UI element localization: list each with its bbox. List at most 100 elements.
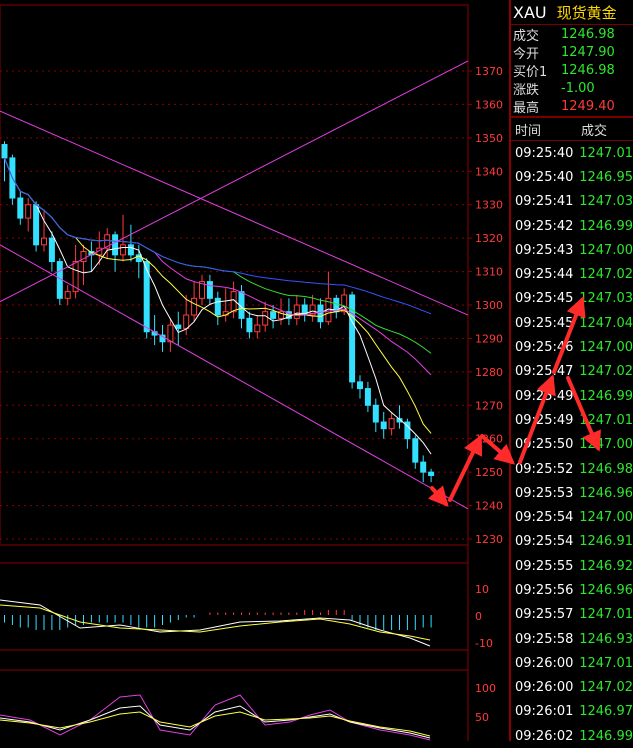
candle-body <box>183 314 190 329</box>
tick-time: 09:25:43 <box>515 242 574 258</box>
quote-info-label: 最高 <box>513 100 540 116</box>
tick-time: 09:25:45 <box>515 291 574 307</box>
candle-body <box>428 471 435 476</box>
quote-info-value: -1.00 <box>561 80 595 96</box>
tick-price: 1246.99 <box>579 218 633 234</box>
kdj-axis-label: 100 <box>475 682 496 695</box>
quote-header: XAU 现货黄金 成交 1246.98 今开 1247.90 买价1 1246.98 涨跌 -… <box>511 0 633 116</box>
tick-price: 1246.93 <box>579 631 633 647</box>
tick-list-header: 时间 成交 <box>511 118 633 141</box>
tick-time: 09:26:01 <box>515 704 574 720</box>
price-axis-label: 1240 <box>475 500 503 513</box>
tick-col-time: 时间 <box>515 123 542 139</box>
symbol-name: 现货黄金 <box>556 3 617 22</box>
kdj-axis-label: 50 <box>475 711 489 724</box>
tick-row: 09:25:55 1246.92 <box>511 554 633 578</box>
quote-info-row: 最高 1249.40 <box>511 97 633 116</box>
tick-price: 1247.02 <box>579 267 633 283</box>
candle-body <box>388 418 395 430</box>
tick-row: 09:25:52 1246.98 <box>511 457 633 481</box>
candle-body <box>167 324 174 343</box>
candle-body <box>120 244 126 256</box>
macd-dea-line <box>0 604 431 641</box>
price-axis-label: 1340 <box>475 165 503 178</box>
candle-body <box>349 294 356 383</box>
tick-time: 09:25:49 <box>515 388 574 404</box>
tick-time: 09:26:00 <box>515 655 574 671</box>
tick-row: 09:26:00 1247.02 <box>511 676 633 700</box>
tick-time: 09:25:50 <box>515 437 574 453</box>
tick-time: 09:25:49 <box>515 412 574 428</box>
quote-info-value: 1247.90 <box>561 44 615 60</box>
candle-body <box>412 438 419 463</box>
tick-time: 09:25:41 <box>515 194 574 210</box>
quote-info-value: 1246.98 <box>561 62 615 78</box>
tick-row: 09:25:50 1247.00 <box>511 433 633 457</box>
candle-body <box>380 421 387 430</box>
tick-time: 09:25:55 <box>515 558 574 574</box>
tick-time: 09:25:47 <box>515 364 574 380</box>
price-chart[interactable]: 1370 1360 1350 1340 1330 1320 1310 1300 1290 1280… <box>0 0 509 741</box>
candle-body <box>33 204 40 246</box>
tick-price: 1247.03 <box>579 194 633 210</box>
candle-body <box>262 311 269 326</box>
quote-info-value: 1246.98 <box>561 26 615 42</box>
candle-body <box>175 324 182 329</box>
candle-body <box>206 281 213 299</box>
tick-row: 09:25:54 1246.91 <box>511 530 633 554</box>
tick-time: 09:25:54 <box>515 534 574 550</box>
price-axis-label: 1370 <box>475 65 503 78</box>
tick-time: 09:25:44 <box>515 267 574 283</box>
tick-row: 09:26:01 1246.97 <box>511 700 633 724</box>
tick-price: 1247.01 <box>579 145 633 161</box>
tick-price: 1247.01 <box>579 607 633 623</box>
tick-list-panel[interactable]: 时间 成交 09:25:40 1247.01 09:25:40 1246.95 09:2… <box>511 116 633 744</box>
tick-price: 1247.01 <box>579 412 633 428</box>
tick-price: 1247.00 <box>579 437 633 453</box>
tick-time: 09:26:02 <box>515 728 574 744</box>
macd-axis-label: -10 <box>475 637 493 650</box>
tick-row: 09:25:46 1247.00 <box>511 335 633 359</box>
price-axis-label: 1300 <box>475 299 503 312</box>
moving-average-line <box>4 157 432 315</box>
price-axis-label: 1260 <box>475 433 503 446</box>
tick-time: 09:25:58 <box>515 631 574 647</box>
tick-row: 09:25:56 1246.96 <box>511 578 633 602</box>
tick-time: 09:25:54 <box>515 510 574 526</box>
tick-time: 09:25:57 <box>515 607 574 623</box>
tick-price: 1246.96 <box>579 582 633 598</box>
trend-rising-line <box>0 60 469 303</box>
tick-price: 1246.96 <box>579 485 633 501</box>
candle-body <box>293 304 300 319</box>
candle-body <box>357 381 363 390</box>
tick-row: 09:25:45 1247.03 <box>511 287 633 311</box>
main-panel-frame <box>0 4 469 546</box>
tick-time: 09:25:40 <box>515 169 574 185</box>
tick-price: 1246.92 <box>579 558 633 574</box>
candle-body <box>191 297 198 316</box>
tick-price: 1247.04 <box>579 315 633 331</box>
symbol-code: XAU <box>513 2 547 22</box>
candle-body <box>48 237 55 263</box>
candle-body <box>17 197 24 219</box>
candle-body <box>246 317 253 333</box>
tick-time: 09:26:00 <box>515 680 574 696</box>
tick-price: 1246.98 <box>579 461 633 477</box>
tick-time: 09:25:56 <box>515 582 574 598</box>
candle-body <box>214 297 221 316</box>
price-axis-label: 1230 <box>475 533 503 546</box>
tick-price: 1246.99 <box>579 728 633 744</box>
macd-axis-label: 0 <box>475 610 482 623</box>
tick-price: 1246.97 <box>579 704 633 720</box>
price-axis-label: 1320 <box>475 232 503 245</box>
tick-row: 09:25:43 1247.00 <box>511 238 633 262</box>
quote-info-row: 买价1 1246.98 <box>511 61 633 80</box>
candle-body <box>254 324 261 333</box>
quote-info-label: 成交 <box>513 28 540 44</box>
tick-row: 09:25:47 1247.02 <box>511 360 633 384</box>
price-axis-label: 1330 <box>475 199 503 212</box>
candle-body <box>64 291 71 299</box>
tick-row: 09:25:44 1247.02 <box>511 262 633 286</box>
tick-row: 09:26:02 1246.99 <box>511 724 633 748</box>
quote-info-value: 1249.40 <box>561 98 615 114</box>
